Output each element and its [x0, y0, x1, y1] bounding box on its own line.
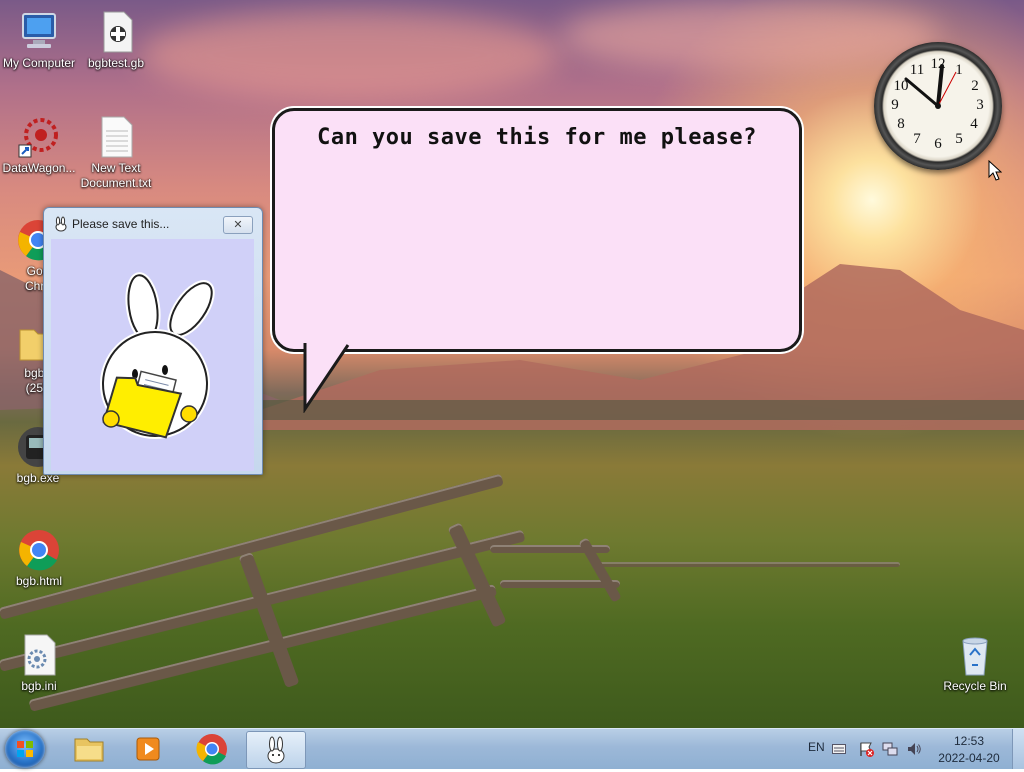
language-indicator[interactable]: EN	[808, 740, 825, 754]
chrome-icon	[196, 734, 227, 765]
taskbar: EN 12:53 2022-04-20	[0, 728, 1024, 769]
bunny-app-icon	[267, 736, 285, 764]
speech-bubble-text: Can you save this for me please?	[317, 125, 757, 150]
clock-hands	[904, 64, 957, 109]
speech-bubble: Can you save this for me please?	[272, 108, 802, 352]
cloud	[140, 10, 560, 100]
icon-label: bgb.ini	[21, 679, 57, 693]
desktop: My Computer bgbtest.gb DataWagon... New …	[0, 0, 1024, 728]
taskbar-chrome-button[interactable]	[186, 731, 238, 767]
network-icon[interactable]	[882, 741, 898, 757]
bunny-app-icon	[55, 216, 67, 232]
window-client-area	[51, 239, 254, 471]
taskbar-date[interactable]: 2022-04-20	[932, 751, 1006, 765]
bunny-with-folder-image	[100, 272, 215, 439]
gamepad-file-icon	[94, 10, 138, 54]
folder-icon	[74, 738, 104, 762]
close-button[interactable]: ✕	[223, 216, 253, 234]
icon-label: New Text Document.txt	[80, 161, 152, 190]
taskbar-bgb-button[interactable]	[246, 731, 306, 769]
icon-label: bgbtest.gb	[87, 56, 145, 70]
desktop-icon-new-text[interactable]: New Text Document.txt	[78, 115, 154, 191]
desktop-icon-recycle-bin[interactable]: Recycle Bin	[937, 633, 1013, 694]
desktop-icon-my-computer[interactable]: My Computer	[1, 10, 77, 71]
icon-label: DataWagon...	[2, 161, 76, 175]
mouse-cursor-icon	[988, 160, 1002, 181]
speech-bubble-tail	[303, 343, 350, 413]
text-file-icon	[94, 115, 138, 159]
settings-file-icon	[17, 633, 61, 677]
desktop-icon-datawagon[interactable]: DataWagon...	[1, 115, 77, 176]
fence-post	[238, 551, 300, 689]
show-desktop-button[interactable]	[1012, 729, 1024, 769]
window-title: Please save this...	[72, 217, 170, 231]
clock-gadget[interactable]: 12 1 2 3 4 5 6 7 8 9 10 11	[874, 42, 1002, 170]
fence-rail	[600, 562, 900, 567]
chrome-icon	[17, 528, 61, 572]
icon-label: My Computer	[2, 56, 76, 70]
keyboard-icon[interactable]	[832, 744, 846, 754]
action-center-flag-icon[interactable]	[858, 741, 874, 757]
taskbar-explorer-button[interactable]	[63, 731, 115, 767]
bgb-window[interactable]: Please save this... ✕	[43, 207, 263, 475]
computer-icon	[17, 10, 61, 54]
desktop-icon-bgb-html[interactable]: bgb.html	[1, 528, 77, 589]
recycle-bin-icon	[953, 633, 997, 677]
icon-label: Recycle Bin	[943, 679, 1007, 693]
volume-icon[interactable]	[906, 741, 922, 757]
windows-logo-icon	[17, 741, 33, 757]
datawagon-icon	[17, 115, 61, 159]
taskbar-time[interactable]: 12:53	[940, 734, 998, 748]
start-button[interactable]	[5, 730, 45, 768]
desktop-icon-bgbtest[interactable]: bgbtest.gb	[78, 10, 154, 71]
media-player-icon	[136, 737, 160, 761]
icon-label: bgb.html	[15, 574, 63, 588]
desktop-icon-bgb-ini[interactable]: bgb.ini	[1, 633, 77, 694]
taskbar-media-player-button[interactable]	[123, 731, 175, 767]
